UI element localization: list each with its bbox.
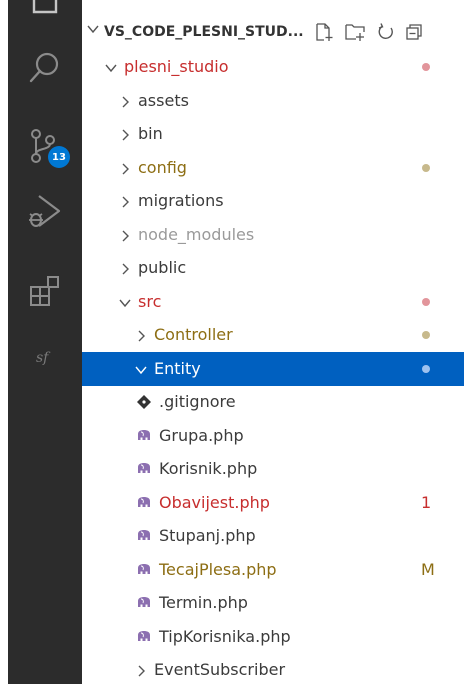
php-elephant-icon	[136, 495, 152, 511]
chevron-right-icon[interactable]	[118, 228, 132, 242]
extensions-icon[interactable]	[8, 274, 82, 308]
tree-item-label: Controller	[154, 325, 233, 344]
explorer-icon[interactable]	[8, 0, 82, 16]
tree-item-label: Termin.php	[159, 593, 248, 612]
tree-item-label: src	[138, 291, 162, 311]
git-status-dot	[422, 297, 430, 306]
tree-item-label: Entity	[154, 358, 201, 378]
chevron-right-icon[interactable]	[134, 663, 148, 677]
git-status-dot	[422, 331, 430, 339]
source-control-badge: 13	[48, 146, 70, 168]
chevron-right-icon[interactable]	[118, 127, 132, 141]
folder-item[interactable]: Entity	[82, 351, 464, 386]
git-status-badge: 1	[421, 492, 432, 512]
run-debug-icon[interactable]	[8, 192, 82, 230]
activity-bar: 13 sf	[8, 0, 82, 684]
tree-item-label: EventSubscriber	[154, 660, 286, 679]
file-item[interactable]: Obavijest.php 1	[82, 486, 464, 520]
folder-item[interactable]: bin	[82, 117, 464, 151]
chevron-down-icon[interactable]	[86, 22, 100, 36]
tree-item-label: Grupa.php	[159, 425, 244, 445]
workspace-title: VS_CODE_PLESNI_STUD...	[104, 24, 304, 40]
file-item[interactable]: Termin.php	[82, 586, 464, 620]
file-item[interactable]: TipKorisnika.php	[82, 620, 464, 654]
symfony-icon[interactable]: sf	[8, 346, 82, 368]
php-elephant-icon	[136, 528, 152, 544]
git-status-badge: M	[421, 559, 435, 579]
chevron-right-icon[interactable]	[118, 261, 132, 275]
file-item[interactable]: Grupa.php	[82, 419, 464, 453]
tree-item-label: Stupanj.php	[159, 526, 256, 545]
folder-item[interactable]: src	[82, 285, 464, 319]
folder-item[interactable]: EventSubscriber	[82, 653, 464, 687]
folder-item[interactable]: public	[82, 251, 464, 285]
tree-item-label: Korisnik.php	[159, 459, 258, 478]
folder-item[interactable]: migrations	[82, 184, 464, 218]
tree-item-label: migrations	[138, 191, 224, 210]
new-folder-icon[interactable]	[344, 22, 366, 42]
tree-item-label: Obavijest.php	[159, 492, 270, 512]
folder-item[interactable]: node_modules	[82, 218, 464, 252]
file-item[interactable]: Stupanj.php	[82, 519, 464, 553]
tree-item-label: plesni_studio	[124, 57, 229, 76]
tree-item-label: .gitignore	[159, 392, 236, 411]
file-item[interactable]: Korisnik.php	[82, 452, 464, 486]
file-item[interactable]: TecajPlesa.php M	[82, 553, 464, 587]
tree-item-label: public	[138, 258, 187, 277]
folder-item[interactable]: config	[82, 151, 464, 185]
php-elephant-icon	[136, 562, 152, 578]
tree-item-label: assets	[138, 90, 189, 110]
chevron-right-icon[interactable]	[134, 328, 148, 342]
folder-item[interactable]: assets	[82, 84, 464, 118]
source-control-icon[interactable]	[8, 128, 82, 164]
tree-item-label: TipKorisnika.php	[159, 626, 291, 646]
folder-item[interactable]: plesni_studio	[82, 50, 464, 84]
php-elephant-icon	[136, 461, 152, 477]
php-elephant-icon	[136, 629, 152, 645]
explorer-sidebar: VS_CODE_PLESNI_STUD... plesni_studioasse…	[82, 0, 464, 684]
chevron-right-icon[interactable]	[118, 194, 132, 208]
git-status-dot	[422, 364, 430, 373]
new-file-icon[interactable]	[314, 22, 334, 42]
chevron-down-icon[interactable]	[104, 60, 118, 74]
chevron-down-icon[interactable]	[118, 295, 132, 309]
git-diamond-icon	[136, 394, 152, 410]
git-status-dot	[422, 163, 430, 172]
file-item[interactable]: .gitignore	[82, 385, 464, 419]
tree-item-label: node_modules	[138, 224, 255, 244]
git-status-dot	[422, 63, 430, 71]
chevron-right-icon[interactable]	[118, 161, 132, 175]
tree-item-label: config	[138, 157, 187, 177]
tree-item-label: bin	[138, 124, 163, 143]
svg-text:sf: sf	[36, 350, 51, 366]
window-edge	[0, 0, 8, 684]
php-elephant-icon	[136, 595, 152, 611]
php-elephant-icon	[136, 428, 152, 444]
collapse-all-icon[interactable]	[404, 22, 424, 42]
refresh-icon[interactable]	[376, 22, 396, 42]
folder-item[interactable]: Controller	[82, 318, 464, 352]
tree-item-label: TecajPlesa.php	[159, 559, 277, 579]
chevron-right-icon[interactable]	[118, 94, 132, 108]
search-icon[interactable]	[8, 50, 82, 84]
chevron-down-icon[interactable]	[134, 362, 148, 376]
